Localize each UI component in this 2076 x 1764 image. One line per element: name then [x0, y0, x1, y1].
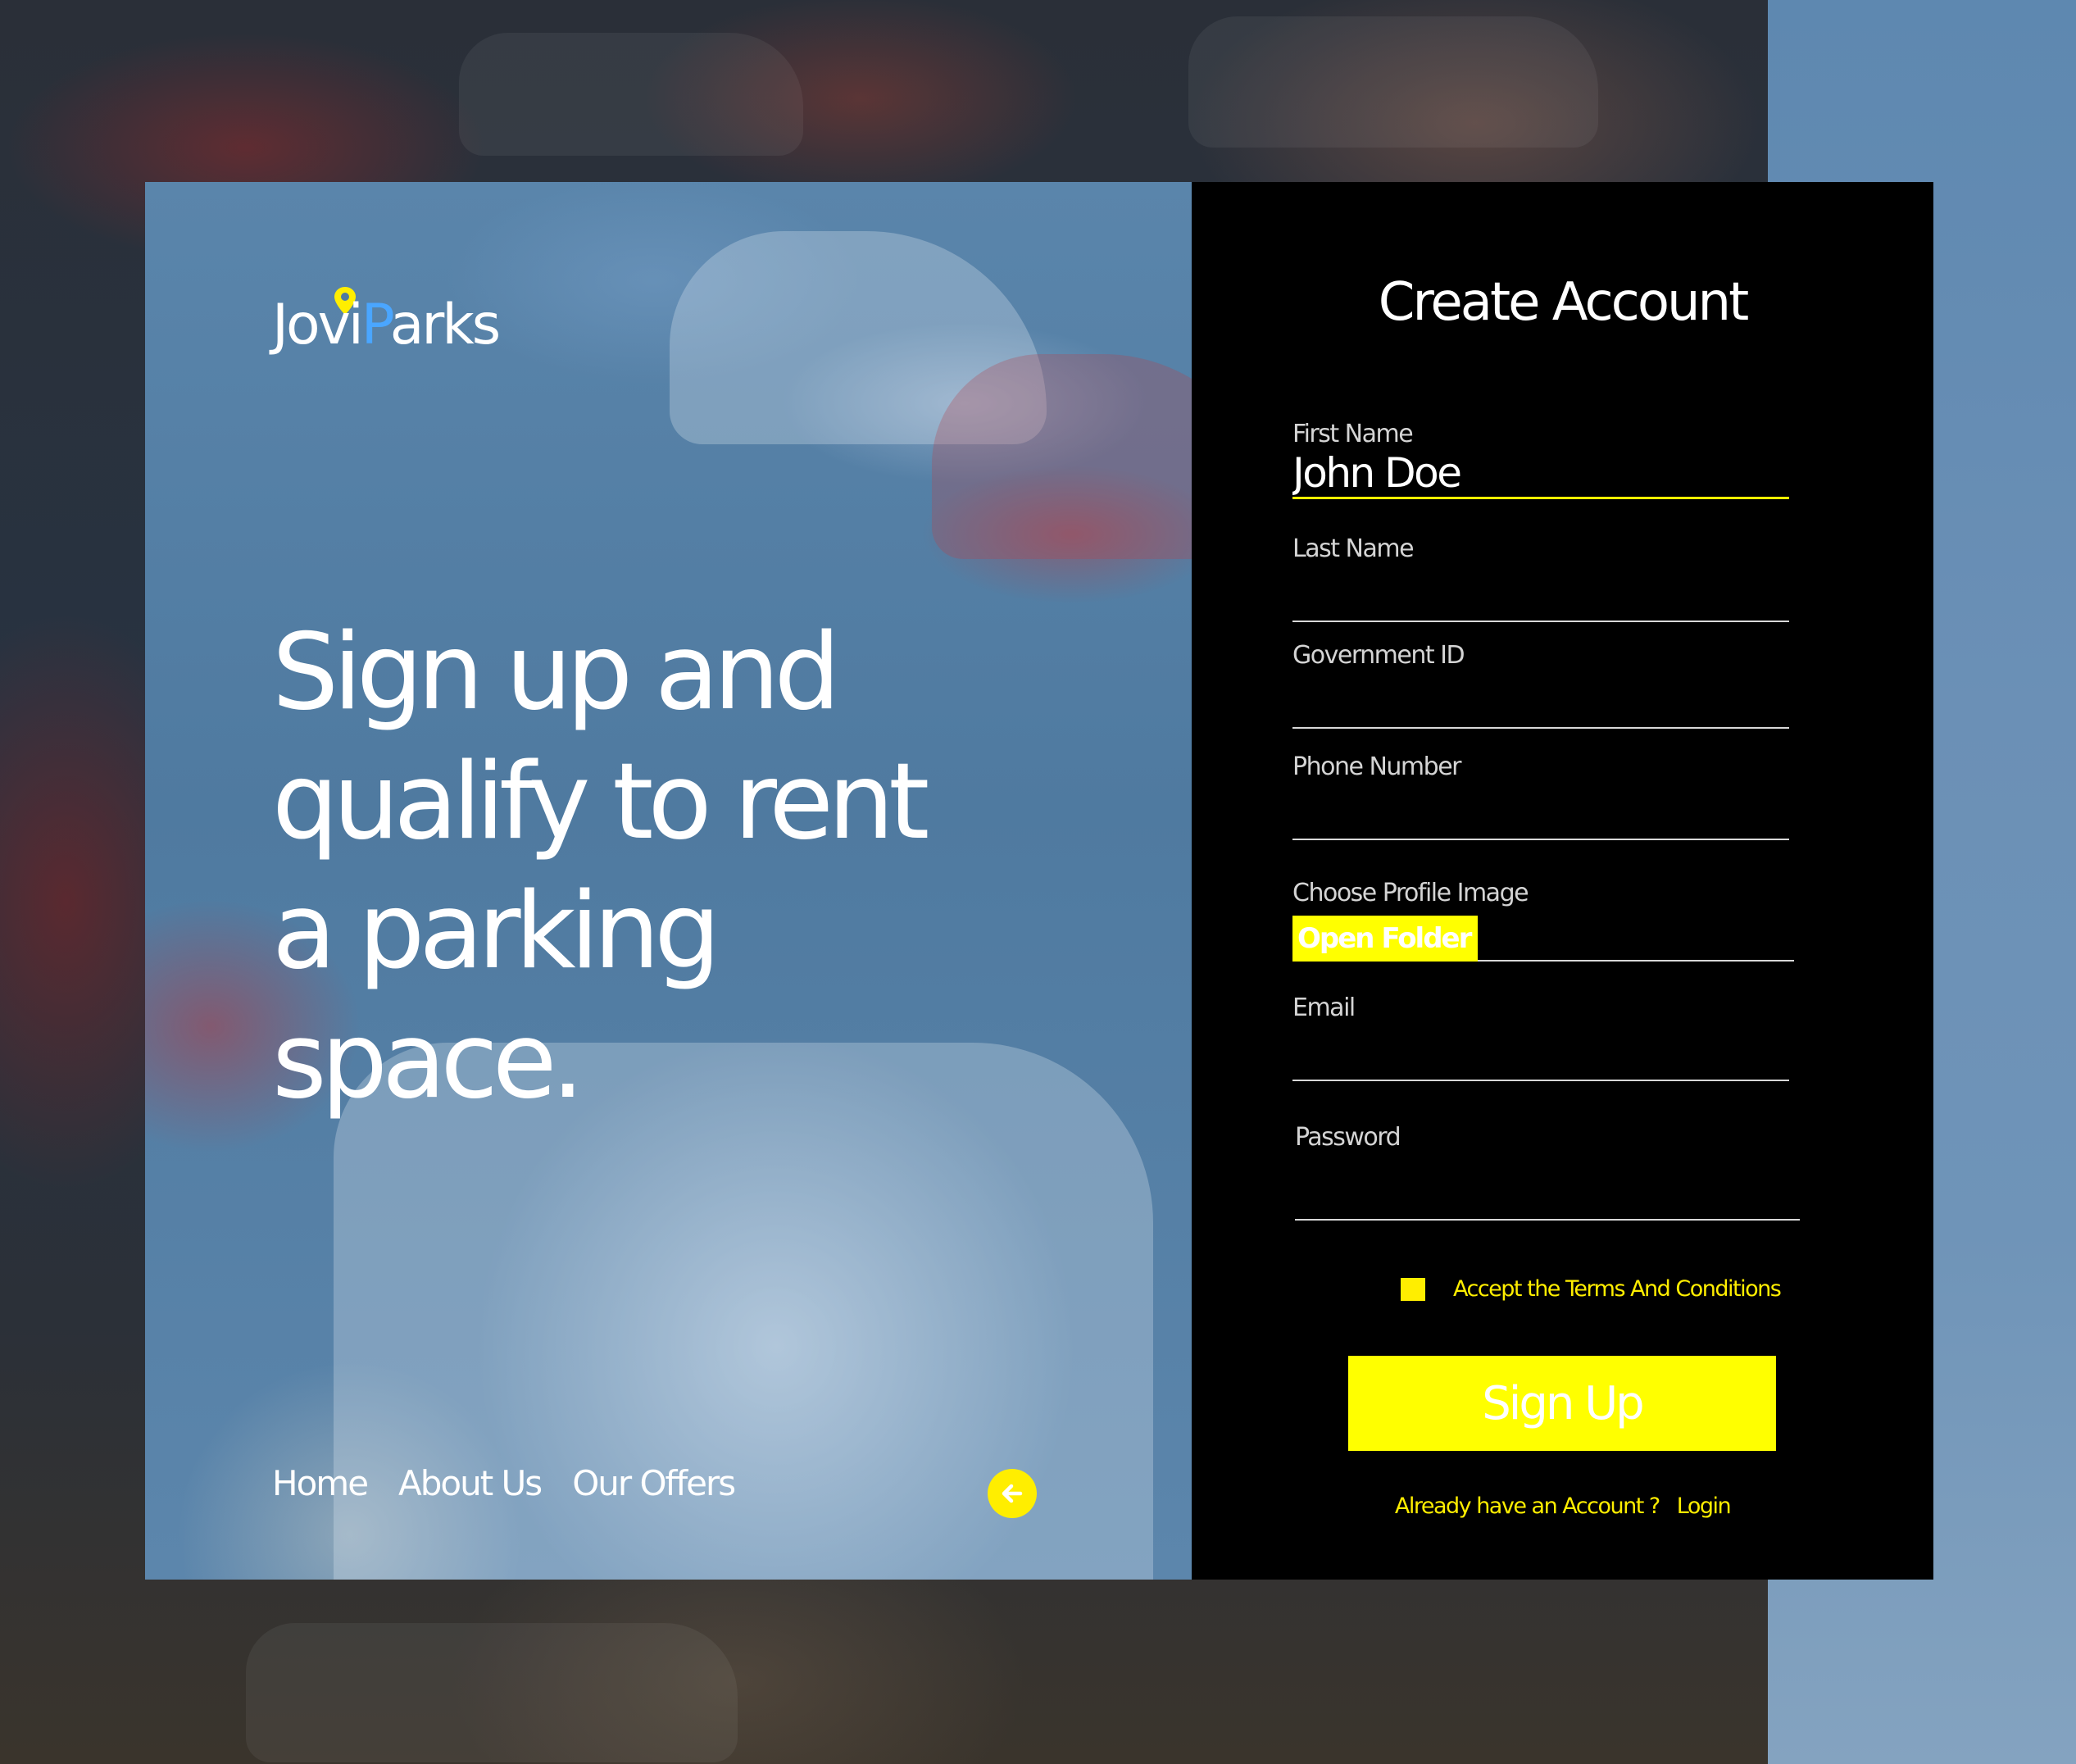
- nav-about-link[interactable]: About Us: [398, 1463, 543, 1503]
- first-name-label: First Name: [1292, 420, 1414, 448]
- last-name-label: Last Name: [1292, 534, 1415, 563]
- password-label: Password: [1295, 1123, 1401, 1152]
- background-car: [1188, 16, 1598, 148]
- back-button[interactable]: [988, 1469, 1037, 1518]
- profile-image-label: Choose Profile Image: [1292, 879, 1529, 907]
- car-graphic: [932, 354, 1192, 559]
- first-name-input[interactable]: [1292, 448, 1789, 499]
- profile-image-field: Choose Profile Image Open Folder: [1292, 879, 1794, 962]
- password-input[interactable]: [1295, 1152, 1800, 1221]
- brand-name-part: arks: [389, 293, 501, 357]
- hero-headline: Sign up and qualify to rent a parking sp…: [272, 611, 929, 1122]
- brand-name-accent: P: [361, 293, 393, 357]
- nav-home-link[interactable]: Home: [272, 1463, 369, 1503]
- first-name-field: First Name: [1292, 420, 1789, 499]
- brand-logo[interactable]: JoviParks: [272, 293, 501, 375]
- nav-offers-link[interactable]: Our Offers: [572, 1463, 736, 1503]
- password-field: Password: [1295, 1123, 1800, 1221]
- arrow-left-icon: [1002, 1484, 1023, 1503]
- signup-form-panel: Create Account First Name Last Name Gove…: [1192, 182, 1933, 1580]
- background-car: [246, 1623, 738, 1762]
- login-link[interactable]: Login: [1677, 1493, 1732, 1519]
- form-title: Create Account: [1378, 272, 1749, 333]
- login-prompt-text: Already have an Account ?: [1394, 1493, 1660, 1519]
- last-name-input[interactable]: [1292, 563, 1789, 622]
- email-field: Email: [1292, 993, 1789, 1081]
- terms-label[interactable]: Accept the Terms And Conditions: [1453, 1276, 1782, 1302]
- last-name-field: Last Name: [1292, 534, 1789, 622]
- government-id-label: Government ID: [1292, 641, 1465, 670]
- sign-up-button[interactable]: Sign Up: [1348, 1356, 1776, 1451]
- terms-row: Accept the Terms And Conditions: [1401, 1276, 1782, 1302]
- phone-number-input[interactable]: [1292, 781, 1789, 840]
- terms-checkbox[interactable]: [1401, 1277, 1425, 1301]
- background-car: [459, 33, 803, 156]
- phone-number-label: Phone Number: [1292, 752, 1461, 781]
- login-prompt-row: Already have an Account ? Login: [1192, 1493, 1933, 1519]
- footer-nav: Home About Us Our Offers: [272, 1463, 736, 1503]
- government-id-input[interactable]: [1292, 670, 1789, 729]
- government-id-field: Government ID: [1292, 641, 1789, 729]
- phone-number-field: Phone Number: [1292, 752, 1789, 840]
- brand-name-part: Jovi: [272, 293, 364, 357]
- open-folder-button[interactable]: Open Folder: [1292, 916, 1478, 962]
- email-input[interactable]: [1292, 1022, 1789, 1081]
- email-label: Email: [1292, 993, 1356, 1022]
- hero-panel: JoviParks Sign up and qualify to rent a …: [145, 182, 1192, 1580]
